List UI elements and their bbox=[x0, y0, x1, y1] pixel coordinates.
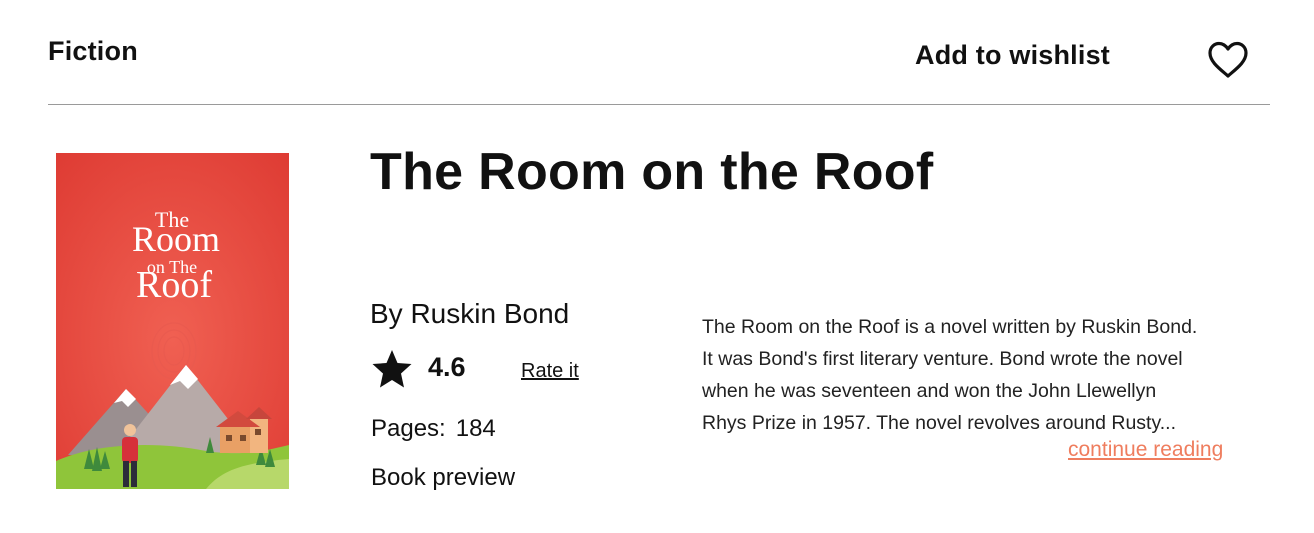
description-line: It was Bond's first literary venture. Bo… bbox=[702, 348, 1183, 370]
book-cover-image[interactable]: The Room on The Roof bbox=[56, 153, 289, 489]
pages-value: 184 bbox=[455, 415, 496, 442]
cover-title-line2: Room bbox=[132, 219, 220, 259]
add-to-wishlist-button[interactable]: Add to wishlist bbox=[915, 40, 1110, 71]
description-line: when he was seventeen and won the John L… bbox=[702, 380, 1157, 402]
rate-it-link[interactable]: Rate it bbox=[521, 360, 579, 383]
cover-title-line4: Roof bbox=[136, 264, 212, 306]
category-label: Fiction bbox=[48, 36, 138, 66]
continue-reading-link[interactable]: continue reading bbox=[1068, 438, 1223, 462]
heart-icon[interactable] bbox=[1206, 40, 1250, 80]
book-title: The Room on the Roof bbox=[370, 143, 934, 201]
star-icon bbox=[372, 350, 412, 388]
card-header: Fiction Add to wishlist bbox=[48, 0, 1270, 105]
book-card: Fiction Add to wishlist The Room on The … bbox=[0, 0, 1314, 533]
pages-label: Pages: bbox=[371, 415, 446, 442]
description-line: The Room on the Roof is a novel written … bbox=[702, 316, 1198, 338]
book-preview-link[interactable]: Book preview bbox=[371, 464, 515, 492]
description-line: Rhys Prize in 1957. The novel revolves a… bbox=[702, 412, 1177, 434]
rating-value: 4.6 bbox=[428, 352, 466, 382]
book-author: By Ruskin Bond bbox=[370, 298, 570, 329]
book-description: The Room on the Roof is a novel written … bbox=[702, 311, 1262, 439]
pages-info: Pages: 184 bbox=[371, 415, 496, 443]
